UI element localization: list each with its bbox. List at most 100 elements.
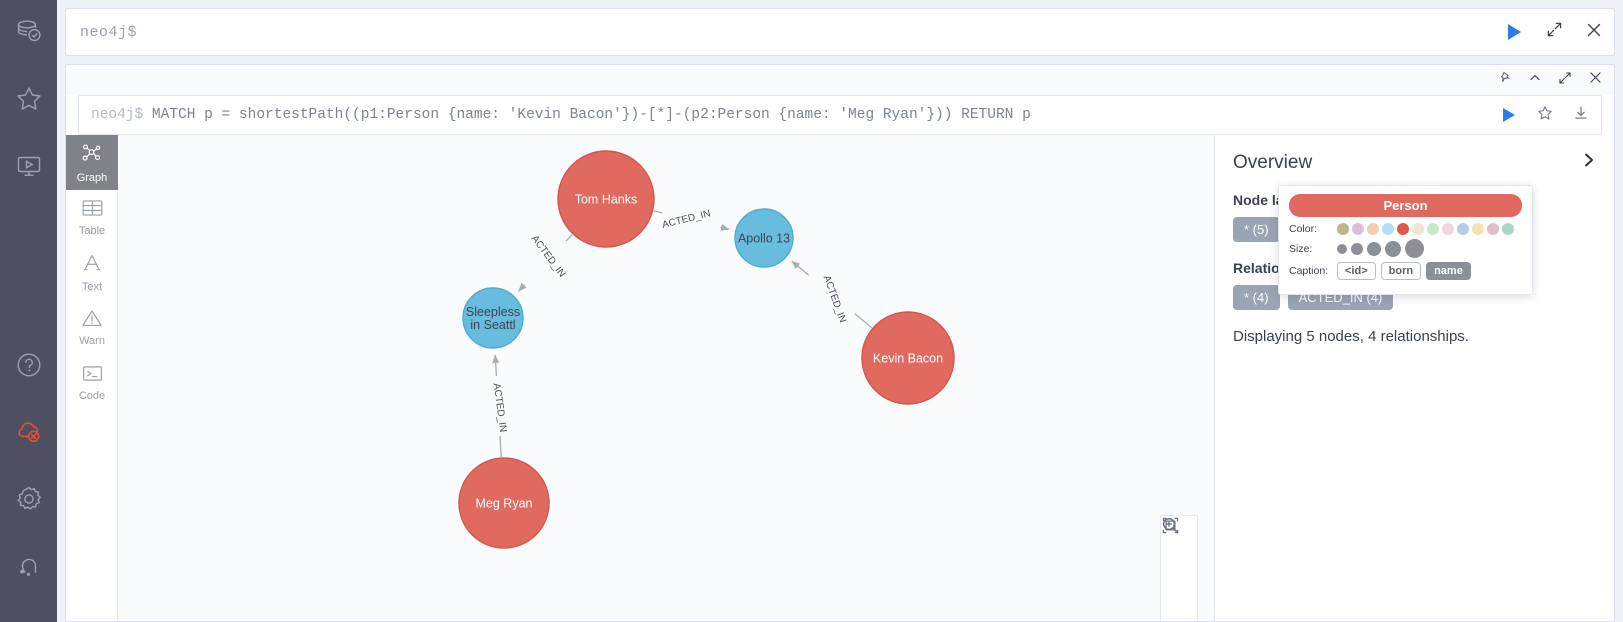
node-circle[interactable]: [861, 311, 955, 405]
editor-bar-actions: [1494, 9, 1614, 55]
node-circle[interactable]: [458, 457, 550, 549]
relationship-layer: ACTED_IN ACTED_IN ACTED_IN ACTED_IN: [491, 208, 873, 458]
relationship[interactable]: ACTED_IN: [491, 354, 509, 458]
style-color-swatch-3[interactable]: [1382, 223, 1394, 235]
frame-favorite-button[interactable]: [1527, 96, 1563, 134]
graph-icon: [80, 141, 104, 170]
style-picker-color-row: Color:: [1289, 223, 1522, 235]
style-color-swatch-1[interactable]: [1352, 223, 1364, 235]
nav-item-browser-sync[interactable]: [0, 401, 57, 463]
frame-fullscreen-button[interactable]: [1550, 66, 1580, 94]
graph-canvas[interactable]: ACTED_IN ACTED_IN ACTED_IN ACTED_IN Tom Han…: [118, 135, 1214, 621]
style-color-swatch-10[interactable]: [1487, 223, 1499, 235]
frame-download-button[interactable]: [1563, 96, 1599, 134]
relationship-type-label: ACTED_IN: [821, 274, 848, 324]
style-caption-option-0[interactable]: <id>: [1337, 262, 1376, 280]
style-color-swatch-8[interactable]: [1457, 223, 1469, 235]
result-frame: neo4j$ MATCH p = shortestPath((p1:Person…: [65, 64, 1615, 622]
relationship[interactable]: ACTED_IN: [653, 208, 730, 231]
style-size-option-3[interactable]: [1385, 240, 1401, 257]
result-summary: Displaying 5 nodes, 4 relationships.: [1233, 328, 1469, 345]
view-tab-graph[interactable]: Graph: [66, 135, 118, 190]
graph-node[interactable]: Kevin Bacon: [861, 311, 955, 405]
nav-item-about[interactable]: [0, 535, 57, 597]
zoom-out-button[interactable]: [1161, 517, 1197, 586]
style-size-option-4[interactable]: [1405, 239, 1424, 258]
graph-node[interactable]: Tom Hanks: [557, 150, 655, 248]
nav-item-database[interactable]: [0, 0, 57, 62]
style-size-option-2[interactable]: [1367, 241, 1381, 256]
editor-close-button[interactable]: [1574, 8, 1614, 56]
graph-node[interactable]: Apollo 13: [734, 208, 794, 268]
relationship-type-label: ACTED_IN: [491, 382, 509, 433]
style-color-swatch-7[interactable]: [1442, 223, 1454, 235]
graph-svg: ACTED_IN ACTED_IN ACTED_IN ACTED_IN Tom Han…: [458, 150, 955, 549]
view-tab-warn-label: Warn: [79, 335, 105, 347]
relationship-type-pill-0[interactable]: * (4): [1233, 285, 1280, 310]
relationship-line-arrow: [791, 260, 810, 276]
editor-expand-button[interactable]: [1534, 8, 1574, 56]
zoom-to-fit-button[interactable]: [1161, 517, 1197, 621]
graph-node[interactable]: Meg Ryan: [458, 457, 550, 549]
view-tab-warn[interactable]: Warn: [66, 300, 118, 355]
relationship-line: [854, 313, 873, 329]
style-color-swatch-9[interactable]: [1472, 223, 1484, 235]
expand-icon: [1546, 21, 1563, 43]
cypher-editor-bar: neo4j$: [65, 8, 1615, 56]
relationship[interactable]: ACTED_IN: [518, 233, 573, 292]
frame-run-button[interactable]: [1491, 96, 1527, 134]
editor-prompt[interactable]: neo4j$: [66, 24, 137, 41]
settings-gear-icon: [14, 484, 44, 514]
database-icon: [14, 16, 44, 46]
style-color-swatch-5[interactable]: [1412, 223, 1424, 235]
overview-panel: Overview Node labels * (5) Relationship …: [1214, 135, 1614, 621]
nav-item-project-files[interactable]: [0, 135, 57, 197]
frame-query-actions: [1491, 96, 1599, 134]
frame-collapse-button[interactable]: [1520, 66, 1550, 94]
style-caption-option-2[interactable]: name: [1426, 262, 1471, 280]
view-tab-code[interactable]: Code: [66, 355, 118, 410]
node-label-pill-0[interactable]: * (5): [1233, 217, 1280, 242]
editor-run-button[interactable]: [1494, 8, 1534, 56]
about-icon: [14, 551, 44, 581]
relationship-type-label: ACTED_IN: [661, 208, 712, 231]
style-size-option-1[interactable]: [1351, 242, 1363, 255]
nav-item-favorites[interactable]: [0, 68, 57, 130]
style-color-swatch-6[interactable]: [1427, 223, 1439, 235]
style-size-option-0[interactable]: [1337, 243, 1347, 254]
chevron-right-icon: [1582, 151, 1596, 174]
view-tab-table[interactable]: Table: [66, 190, 118, 245]
relationship[interactable]: ACTED_IN: [791, 260, 873, 329]
style-picker-label[interactable]: Person: [1289, 194, 1522, 217]
view-tab-code-label: Code: [78, 389, 106, 402]
view-tab-text[interactable]: Text: [66, 245, 118, 300]
favorites-star-icon: [14, 84, 44, 114]
node-circle[interactable]: [557, 150, 655, 248]
style-color-swatch-4[interactable]: [1397, 223, 1409, 235]
style-picker-caption-row: Caption: <id> born name: [1289, 262, 1522, 280]
relationship-line: [499, 435, 502, 458]
relationship-line: [565, 234, 573, 242]
frame-query-text[interactable]: neo4j$ MATCH p = shortestPath((p1:Person…: [79, 107, 1031, 123]
play-icon: [1507, 24, 1521, 40]
style-color-swatch-2[interactable]: [1367, 223, 1379, 235]
style-color-swatch-11[interactable]: [1502, 223, 1514, 235]
node-circle[interactable]: [734, 208, 794, 268]
frame-pin-button[interactable]: [1490, 66, 1520, 94]
nav-item-help[interactable]: [0, 334, 57, 396]
node-circle[interactable]: [462, 287, 524, 349]
zoom-controls: [1160, 515, 1198, 621]
frame-close-button[interactable]: [1580, 66, 1610, 94]
style-color-swatch-0[interactable]: [1337, 223, 1349, 235]
frame-query-prompt: neo4j$: [91, 107, 144, 123]
relationship-type-label: ACTED_IN: [529, 233, 568, 279]
overview-header: Overview: [1233, 151, 1596, 174]
graph-node[interactable]: Sleeplessin Seattl: [462, 287, 524, 349]
style-picker-size-row: Size:: [1289, 239, 1522, 258]
close-icon: [1585, 21, 1603, 44]
style-caption-option-1[interactable]: born: [1380, 262, 1422, 280]
overview-collapse-button[interactable]: [1582, 151, 1596, 174]
relationship-line-arrow: [720, 224, 730, 231]
view-tab-table-label: Table: [78, 225, 106, 237]
nav-item-settings[interactable]: [0, 468, 57, 530]
